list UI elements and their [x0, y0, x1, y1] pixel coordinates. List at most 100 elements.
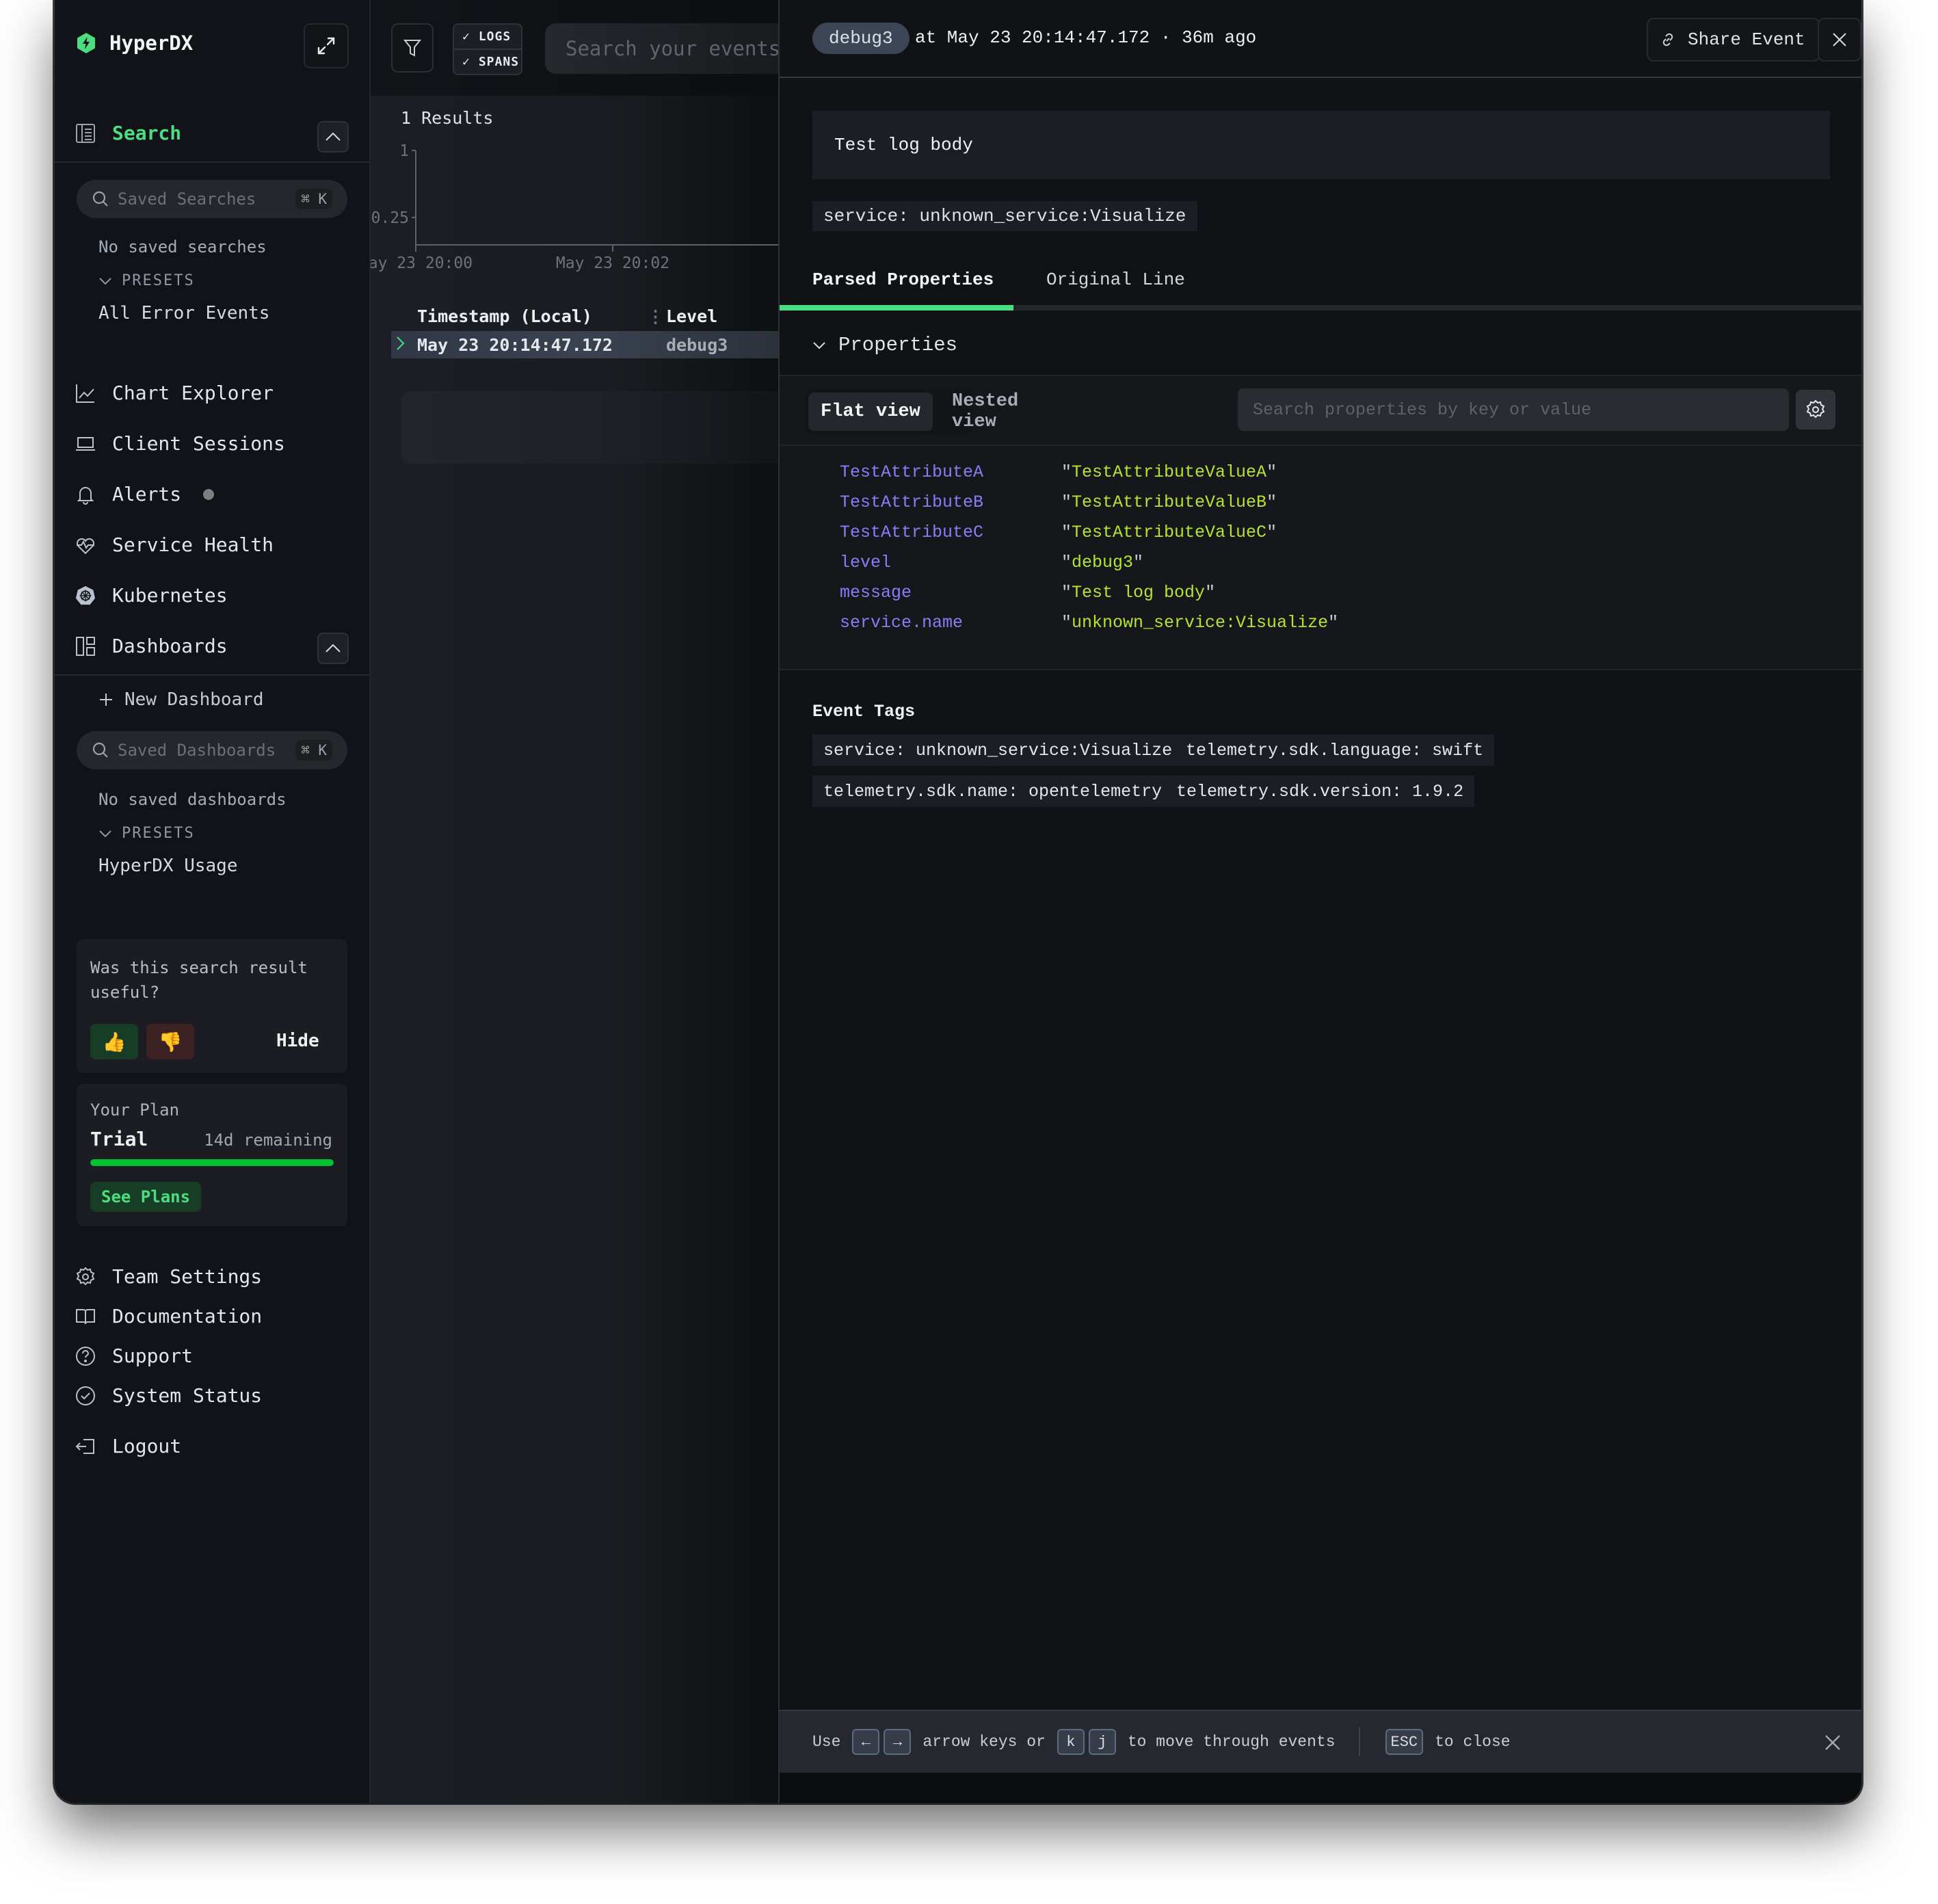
chevron-down-icon — [813, 341, 825, 349]
column-header-level[interactable]: Level — [666, 306, 717, 326]
saved-searches-placeholder: Saved Searches — [118, 189, 256, 209]
properties-section-toggle[interactable]: Properties — [812, 334, 957, 356]
properties-search-input[interactable] — [1238, 388, 1789, 431]
property-row[interactable]: message "Test log body" — [840, 583, 1215, 603]
feedback-card: Was this search result useful? 👍 👎 Hide — [77, 939, 347, 1073]
x-tick-label: May 23 20:02 — [556, 254, 669, 272]
property-value-text: TestAttributeValueA — [1072, 462, 1267, 482]
shortcut-hint: ⌘ K — [295, 740, 332, 761]
hint-text: to move through events — [1127, 1733, 1336, 1751]
tab-parsed-properties[interactable]: Parsed Properties — [812, 269, 994, 290]
column-resize-handle[interactable]: ⋮ — [647, 306, 664, 326]
app-window: HyperDX Search Saved Searches ⌘ K No sav… — [55, 0, 1861, 1803]
search-view: ✓ LOGS ✓ SPANS Search your events 1 Resu… — [371, 0, 819, 1803]
sidebar-item-label: Client Sessions — [112, 432, 285, 455]
event-tag[interactable]: telemetry.sdk.name: opentelemetry — [812, 776, 1173, 807]
sidebar-item-system-status[interactable]: System Status — [75, 1384, 262, 1407]
property-row[interactable]: TestAttributeA "TestAttributeValueA" — [840, 462, 1277, 482]
service-chip[interactable]: service: unknown_service:Visualize — [812, 201, 1197, 231]
property-row[interactable]: service.name "unknown_service:Visualize" — [840, 613, 1338, 633]
property-row[interactable]: level "debug3" — [840, 553, 1143, 572]
sidebar-item-client-sessions[interactable]: Client Sessions — [75, 432, 285, 455]
see-plans-button[interactable]: See Plans — [90, 1182, 202, 1212]
column-header-timestamp[interactable]: Timestamp (Local) — [417, 306, 592, 326]
sidebar-item-documentation[interactable]: Documentation — [75, 1305, 262, 1327]
chevron-up-icon — [326, 132, 341, 141]
property-row[interactable]: TestAttributeB "TestAttributeValueB" — [840, 492, 1277, 512]
event-tag[interactable]: service: unknown_service:Visualize — [812, 735, 1184, 766]
sidebar-item-label: Support — [112, 1345, 194, 1367]
sidebar-item-label: Search — [112, 122, 182, 144]
share-event-button[interactable]: Share Event — [1647, 18, 1820, 62]
table-row[interactable]: May 23 20:14:47.172 debug3 — [391, 331, 781, 358]
toggle-label: SPANS — [478, 55, 520, 69]
expand-sidebar-button[interactable] — [304, 23, 349, 68]
saved-searches-input[interactable]: Saved Searches ⌘ K — [77, 180, 347, 218]
property-value: "TestAttributeValueB" — [1061, 492, 1277, 512]
row-level: debug3 — [666, 334, 728, 355]
layout-dashboard-icon — [75, 636, 96, 657]
search-icon — [92, 191, 108, 207]
sidebar-item-alerts[interactable]: Alerts — [75, 483, 215, 505]
sidebar-item-search[interactable]: Search — [75, 122, 181, 144]
dashboard-presets-toggle[interactable]: PRESETS — [98, 825, 195, 842]
property-value: "debug3" — [1061, 553, 1144, 572]
preset-item[interactable]: HyperDX Usage — [98, 856, 238, 876]
event-tag[interactable]: telemetry.sdk.version: 1.9.2 — [1165, 776, 1475, 807]
divider — [55, 674, 369, 676]
sidebar-item-team-settings[interactable]: Team Settings — [75, 1265, 262, 1288]
collapse-search-button[interactable] — [317, 121, 349, 153]
property-key: level — [840, 553, 892, 572]
spans-toggle[interactable]: ✓ SPANS — [454, 49, 521, 74]
properties-settings-button[interactable] — [1796, 390, 1835, 429]
source-toggle-group: ✓ LOGS ✓ SPANS — [453, 23, 522, 75]
brand-name: HyperDX — [109, 31, 194, 55]
results-histogram: 1 0.25 May 23 20:00 May 23 20:02 — [371, 142, 778, 272]
property-row[interactable]: TestAttributeC "TestAttributeValueC" — [840, 523, 1277, 542]
thumbs-down-button[interactable]: 👎 — [146, 1024, 194, 1059]
sidebar-item-chart-explorer[interactable]: Chart Explorer — [75, 382, 274, 404]
dismiss-hint-button[interactable] — [1819, 1729, 1846, 1756]
sidebar-item-label: Dashboards — [112, 635, 228, 657]
collapse-dashboards-button[interactable] — [317, 633, 349, 664]
sidebar-item-label: System Status — [112, 1384, 263, 1407]
hint-text: Use — [812, 1733, 841, 1751]
preset-item[interactable]: All Error Events — [98, 303, 269, 323]
property-value-text: Test log body — [1072, 583, 1206, 603]
logs-toggle[interactable]: ✓ LOGS — [454, 25, 521, 49]
filter-button[interactable] — [391, 23, 434, 72]
thumbs-up-button[interactable]: 👍 — [90, 1024, 138, 1059]
flat-view-option[interactable]: Flat view — [808, 393, 933, 431]
saved-dashboards-placeholder: Saved Dashboards — [118, 741, 276, 760]
sidebar-item-service-health[interactable]: Service Health — [75, 533, 274, 556]
panel-bottom — [780, 1773, 1861, 1803]
chart-line-icon — [75, 383, 96, 404]
nested-view-option[interactable]: Nested view — [940, 391, 1031, 432]
toggle-label: LOGS — [478, 29, 512, 44]
no-saved-dashboards-text: No saved dashboards — [98, 790, 287, 809]
plan-name: Trial — [90, 1128, 148, 1150]
close-panel-button[interactable] — [1818, 18, 1861, 62]
no-saved-searches-text: No saved searches — [98, 237, 267, 256]
sidebar-item-dashboards[interactable]: Dashboards — [75, 635, 228, 657]
event-detail-panel: debug3 at May 23 20:14:47.172 · 36m ago … — [778, 0, 1861, 1803]
property-value-text: TestAttributeValueB — [1072, 492, 1267, 512]
saved-dashboards-input[interactable]: Saved Dashboards ⌘ K — [77, 731, 347, 769]
tab-original-line[interactable]: Original Line — [1046, 269, 1185, 290]
shortcut-hint: ⌘ K — [295, 189, 332, 209]
loading-placeholder — [401, 391, 784, 464]
sidebar-item-label: Team Settings — [112, 1265, 263, 1288]
event-search-input[interactable]: Search your events — [545, 23, 819, 74]
event-tag[interactable]: telemetry.sdk.language: swift — [1175, 735, 1495, 766]
check-icon: ✓ — [462, 55, 470, 69]
sidebar-item-support[interactable]: Support — [75, 1345, 193, 1367]
brand[interactable]: HyperDX — [77, 31, 193, 55]
check-icon: ✓ — [462, 29, 470, 44]
sidebar-item-kubernetes[interactable]: Kubernetes — [75, 584, 228, 607]
sidebar-item-logout[interactable]: Logout — [75, 1435, 181, 1457]
hide-feedback-button[interactable]: Hide — [276, 1031, 319, 1051]
search-presets-toggle[interactable]: PRESETS — [98, 272, 195, 289]
property-value: "Test log body" — [1061, 583, 1216, 603]
property-key: service.name — [840, 613, 964, 633]
new-dashboard-button[interactable]: New Dashboard — [98, 689, 264, 710]
